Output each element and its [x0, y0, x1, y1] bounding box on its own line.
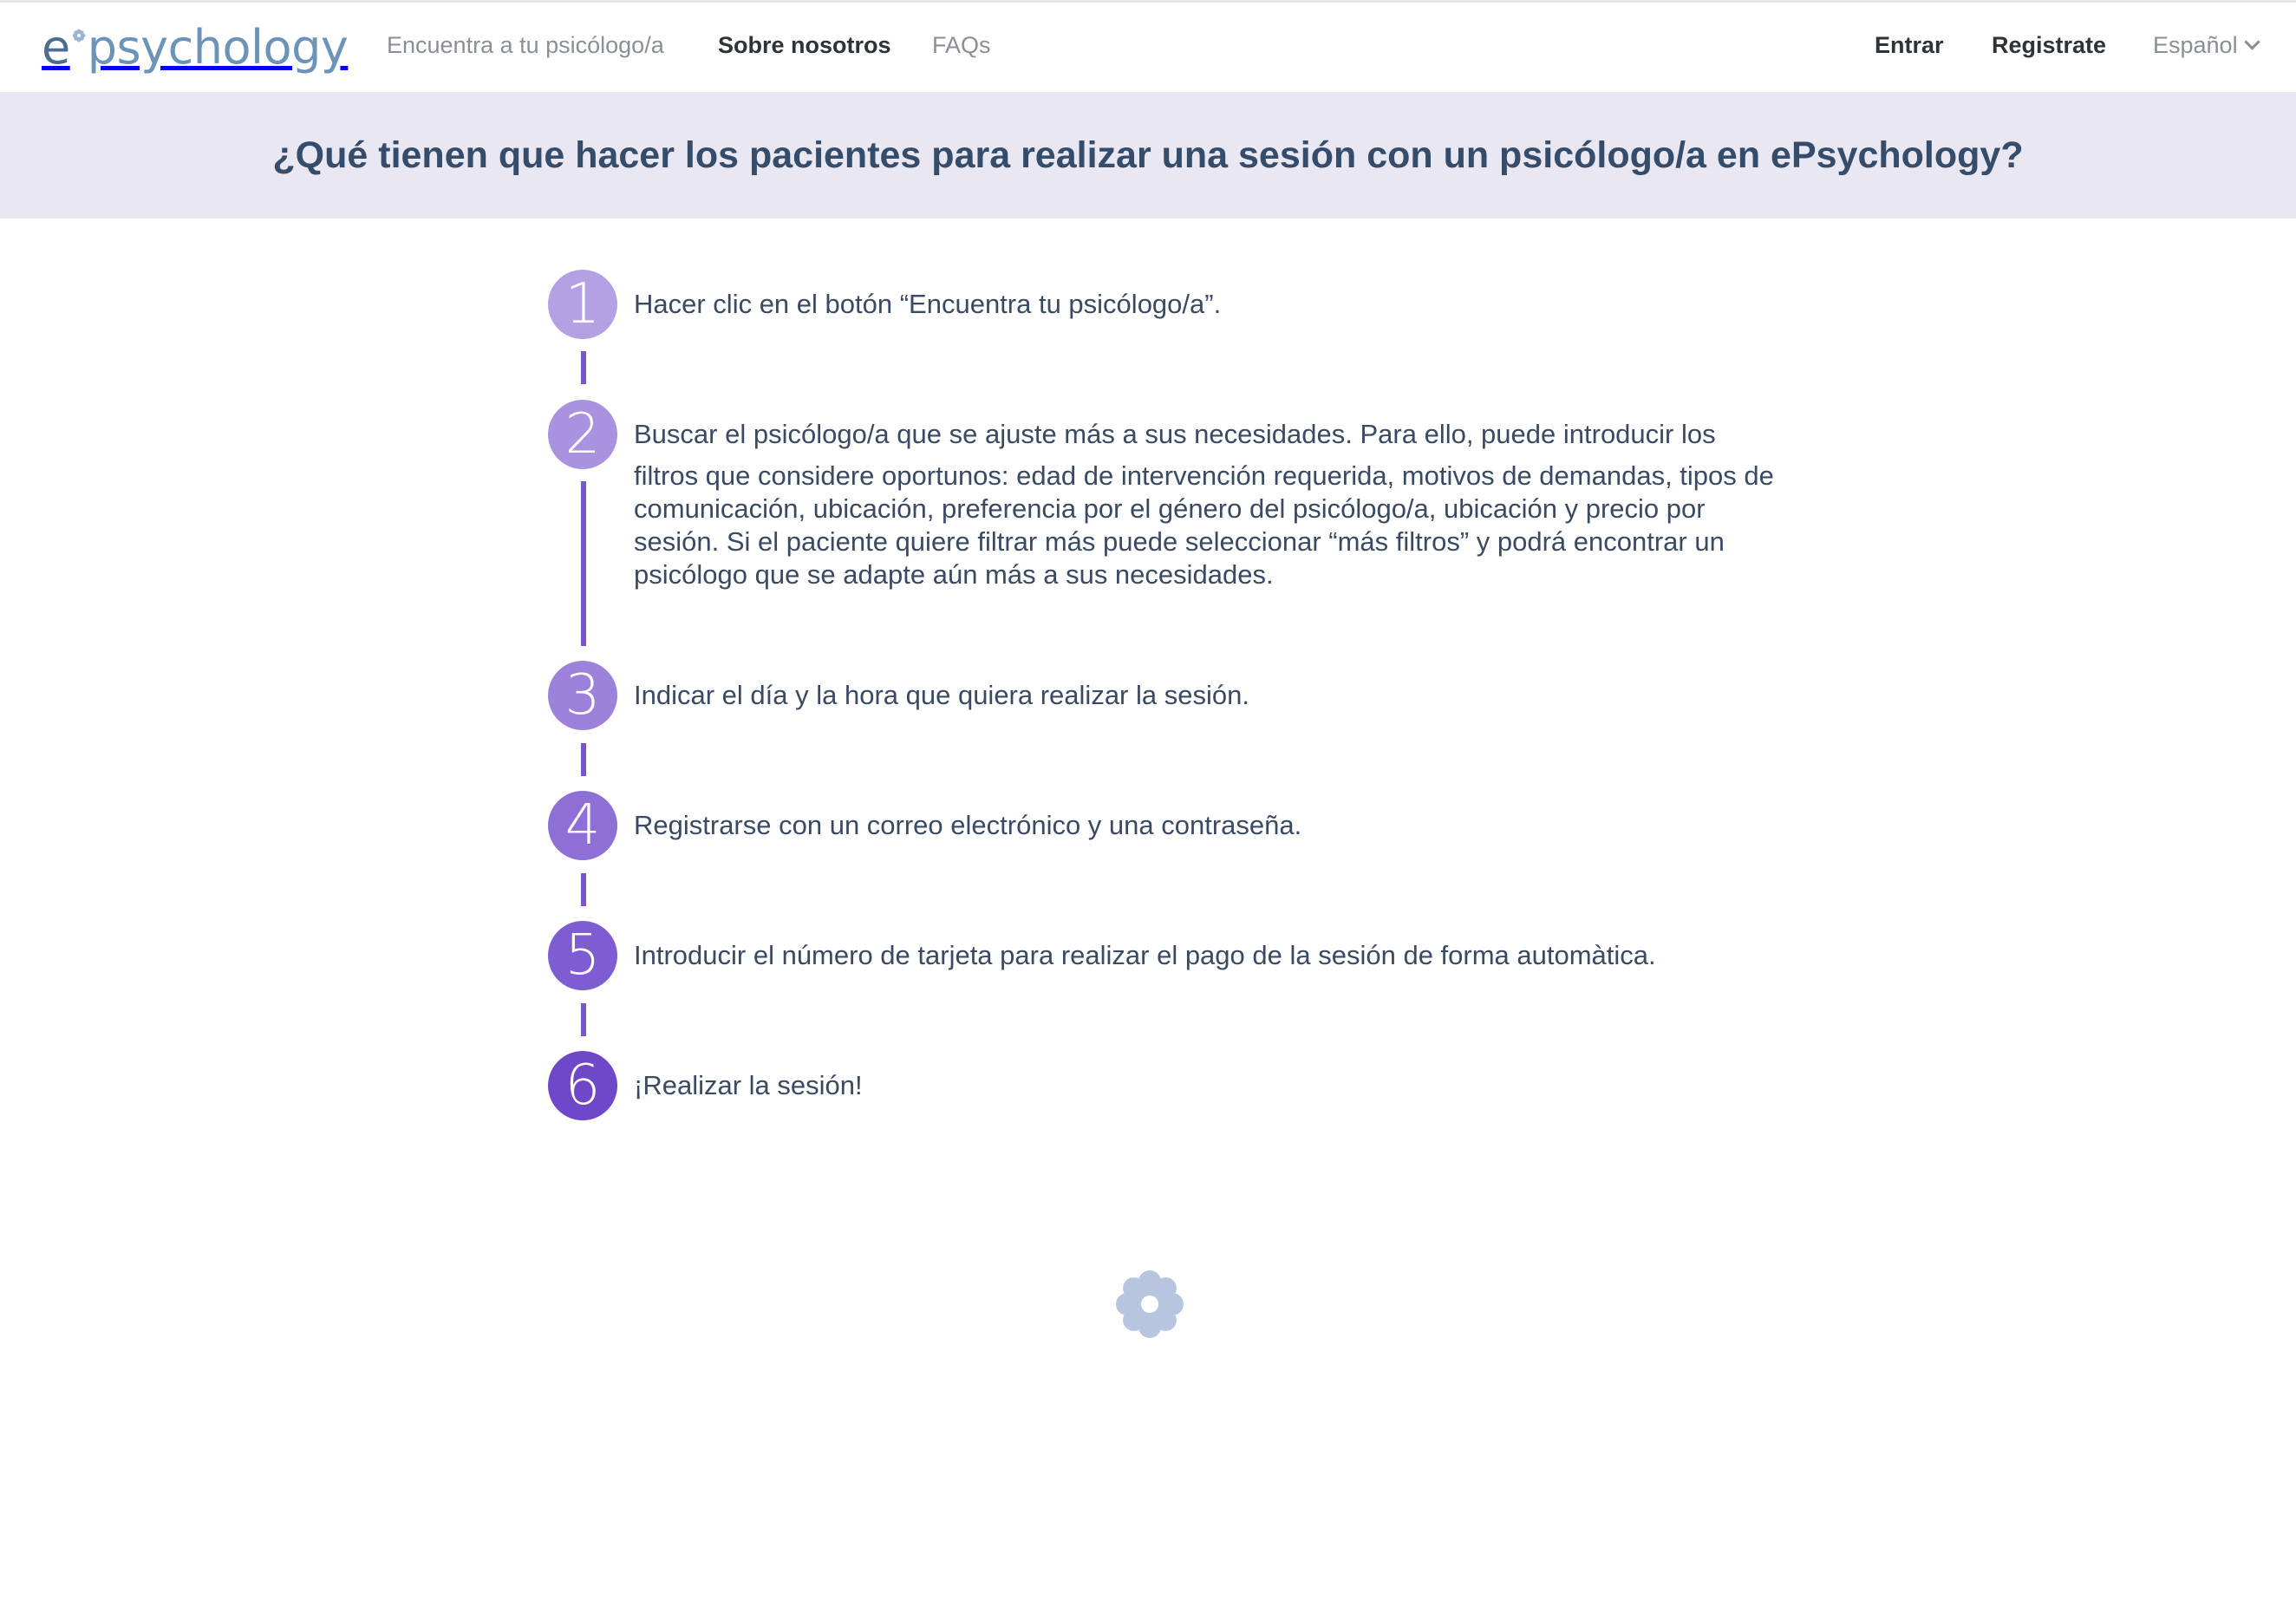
step-text: Indicar el día y la hora que quiera real… [634, 680, 1249, 710]
chevron-down-icon [2243, 34, 2260, 50]
register-link[interactable]: Registrate [1992, 32, 2106, 59]
step-number: 1 [564, 272, 601, 336]
page-title: ¿Qué tienen que hacer los pacientes para… [272, 134, 2024, 176]
step-description: ¡Realizar la sesión! [634, 1069, 1778, 1102]
brand-logo[interactable]: e psychology [42, 16, 349, 77]
step-number-badge: 6 [548, 1051, 617, 1120]
step-description: Registrarse con un correo electrónico y … [634, 809, 1778, 842]
step-text: ¡Realizar la sesión! [634, 1070, 863, 1100]
login-link[interactable]: Entrar [1875, 32, 1944, 59]
language-selector[interactable]: Español [2153, 32, 2260, 59]
step-text-rest: filtros que considere oportunos: edad de… [634, 460, 1774, 590]
step-description: Hacer clic en el botón “Encuentra tu psi… [634, 288, 1778, 321]
step-connector [581, 481, 586, 646]
flower-icon [72, 29, 86, 42]
step-number-badge: 3 [548, 661, 617, 730]
step-number-badge: 4 [548, 791, 617, 860]
step-number: 4 [564, 793, 601, 858]
logo-e: e [42, 19, 70, 75]
step-number: 3 [564, 663, 601, 728]
step-number-badge: 1 [548, 270, 617, 339]
step-description: Buscar el psicólogo/a que se ajuste más … [634, 418, 1778, 591]
step-connector [581, 351, 586, 384]
step-text-first-line: Buscar el psicólogo/a que se ajuste más … [634, 419, 1716, 449]
hero-banner: ¿Qué tienen que hacer los pacientes para… [0, 93, 2296, 219]
step-number-badge: 2 [548, 400, 617, 469]
step-connector [581, 743, 586, 776]
step-text: Hacer clic en el botón “Encuentra tu psi… [634, 289, 1222, 319]
top-navigation: e psychology Encuentra a tu psicólogo/a … [0, 3, 2296, 93]
step-connector [581, 1003, 586, 1036]
step-number: 5 [564, 924, 601, 988]
language-label: Español [2153, 32, 2238, 58]
logo-text: psychology [87, 19, 349, 75]
nav-find-psychologist[interactable]: Encuentra a tu psicólogo/a [387, 32, 664, 59]
step-text: Introducir el número de tarjeta para rea… [634, 940, 1656, 970]
nav-faqs[interactable]: FAQs [932, 32, 991, 59]
nav-about-us[interactable]: Sobre nosotros [718, 32, 891, 59]
step-number: 2 [564, 402, 601, 467]
step-description: Indicar el día y la hora que quiera real… [634, 679, 1778, 712]
flower-icon [1116, 1270, 1184, 1338]
step-text: Registrarse con un correo electrónico y … [634, 810, 1302, 840]
step-description: Introducir el número de tarjeta para rea… [634, 939, 1778, 972]
step-connector [581, 873, 586, 906]
step-number-badge: 5 [548, 921, 617, 990]
step-number: 6 [564, 1054, 601, 1118]
